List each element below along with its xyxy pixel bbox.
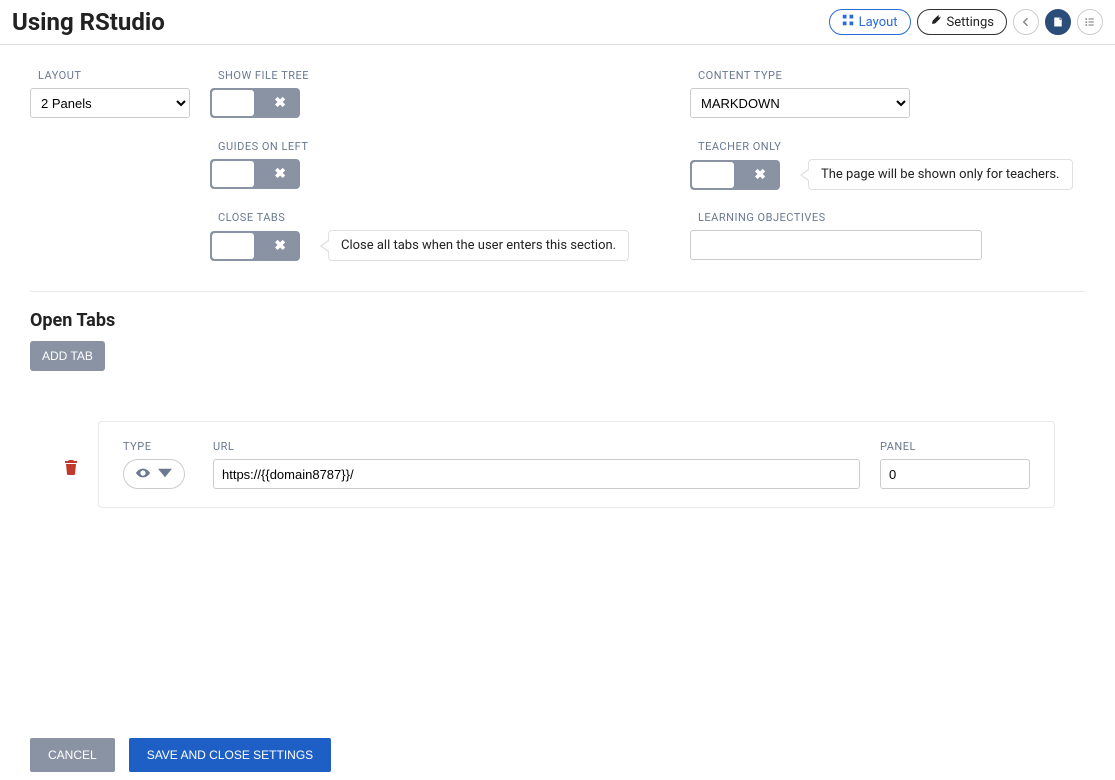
show-file-tree-field: SHOW FILE TREE ✖: [210, 69, 650, 120]
tooltip-text: The page will be shown only for teachers…: [808, 159, 1073, 190]
show-file-tree-toggle[interactable]: ✖: [210, 88, 300, 118]
add-tab-button[interactable]: ADD TAB: [30, 341, 105, 371]
tab-row: TYPE URL PANEL: [30, 421, 1085, 508]
close-tabs-label: CLOSE TABS: [218, 211, 650, 224]
delete-tab-button[interactable]: [64, 459, 78, 479]
save-button[interactable]: SAVE AND CLOSE SETTINGS: [129, 738, 332, 772]
guides-on-left-toggle[interactable]: ✖: [210, 159, 300, 189]
toggle-knob: [212, 90, 254, 116]
teacher-only-toggle[interactable]: ✖: [690, 160, 780, 190]
close-tabs-tooltip: Close all tabs when the user enters this…: [328, 230, 629, 261]
layout-select[interactable]: 2 Panels: [30, 88, 190, 118]
toggle-knob: [212, 233, 254, 259]
tab-url-field: URL: [213, 440, 860, 489]
learning-objectives-field: LEARNING OBJECTIVES: [650, 211, 1085, 260]
tab-card: TYPE URL PANEL: [98, 421, 1055, 508]
teacher-only-field: TEACHER ONLY ✖ The page will be shown on…: [650, 140, 1085, 190]
layout-field: LAYOUT 2 Panels: [30, 69, 210, 118]
tab-type-field: TYPE: [123, 440, 193, 489]
panel-label: PANEL: [880, 440, 1030, 453]
divider: [30, 291, 1085, 292]
open-tabs-title: Open Tabs: [30, 310, 1085, 331]
content-type-select[interactable]: MARKDOWN: [690, 88, 910, 118]
type-selector[interactable]: [123, 459, 185, 489]
guides-on-left-field: GUIDES ON LEFT ✖: [210, 140, 650, 191]
learning-objectives-input[interactable]: [690, 230, 982, 260]
layout-button-label: Layout: [859, 15, 898, 30]
wrench-icon: [930, 14, 942, 30]
panel-input[interactable]: [880, 459, 1030, 489]
url-input[interactable]: [213, 459, 860, 489]
settings-button[interactable]: Settings: [917, 9, 1007, 35]
toggle-knob: [212, 161, 254, 187]
content-type-field: CONTENT TYPE MARKDOWN: [650, 69, 1085, 118]
list-button[interactable]: [1077, 9, 1103, 35]
footer-actions: CANCEL SAVE AND CLOSE SETTINGS: [30, 738, 331, 772]
tab-panel-field: PANEL: [880, 440, 1030, 489]
close-tabs-toggle[interactable]: ✖: [210, 231, 300, 261]
url-label: URL: [213, 440, 860, 453]
guides-on-left-label: GUIDES ON LEFT: [218, 140, 650, 153]
page-header: Using RStudio Layout Settings: [0, 0, 1115, 45]
header-controls: Layout Settings: [829, 9, 1103, 35]
settings-button-label: Settings: [947, 15, 994, 30]
layout-label: LAYOUT: [38, 69, 210, 82]
cancel-button[interactable]: CANCEL: [30, 738, 115, 772]
learning-objectives-label: LEARNING OBJECTIVES: [698, 211, 1085, 224]
page-title: Using RStudio: [12, 8, 165, 36]
close-icon: ✖: [274, 166, 286, 182]
toggle-knob: [692, 162, 734, 188]
settings-form: LAYOUT 2 Panels SHOW FILE TREE ✖ CONTENT…: [0, 45, 1115, 518]
type-label: TYPE: [123, 440, 193, 453]
close-tabs-field: CLOSE TABS ✖ Close all tabs when the use…: [210, 211, 650, 261]
layout-icon: [842, 14, 854, 30]
teacher-only-label: TEACHER ONLY: [698, 140, 1085, 153]
eye-icon: [136, 466, 150, 482]
layout-button[interactable]: Layout: [829, 9, 911, 35]
prev-button[interactable]: [1013, 9, 1039, 35]
close-icon: ✖: [274, 238, 286, 254]
close-icon: ✖: [754, 167, 766, 183]
sticky-note-button[interactable]: [1045, 9, 1071, 35]
teacher-only-tooltip: The page will be shown only for teachers…: [808, 159, 1073, 190]
close-icon: ✖: [274, 95, 286, 111]
show-file-tree-label: SHOW FILE TREE: [218, 69, 650, 82]
content-type-label: CONTENT TYPE: [698, 69, 1085, 82]
caret-down-icon: [158, 466, 172, 482]
tooltip-text: Close all tabs when the user enters this…: [328, 230, 629, 261]
